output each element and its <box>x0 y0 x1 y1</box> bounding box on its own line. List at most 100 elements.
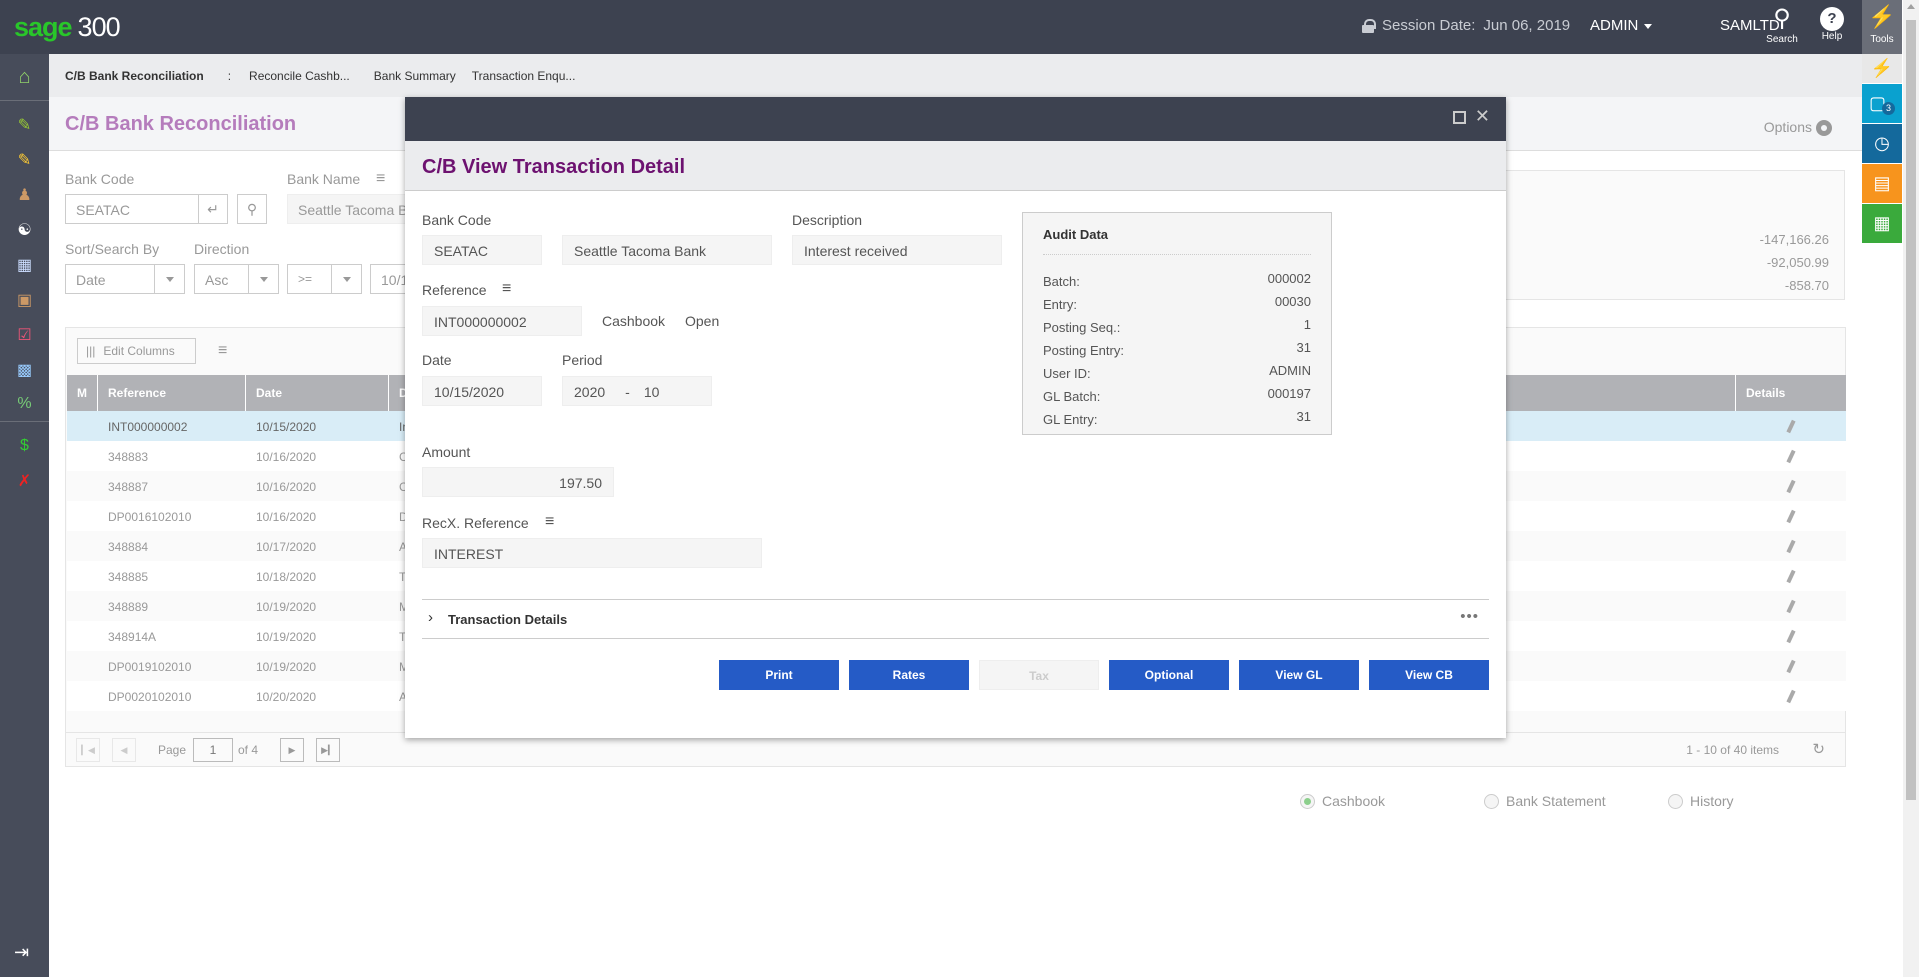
reports-button[interactable]: ▤ <box>1862 164 1902 204</box>
nav-item-5[interactable]: ▦ <box>0 247 49 282</box>
breadcrumb-root[interactable]: C/B Bank Reconciliation <box>65 69 204 83</box>
dialog-titlebar[interactable]: ✕ <box>405 97 1506 141</box>
details-button[interactable] <box>1736 411 1846 441</box>
details-button[interactable] <box>1736 591 1846 621</box>
details-button[interactable] <box>1736 651 1846 681</box>
cell-m[interactable] <box>67 561 98 591</box>
details-button[interactable] <box>1736 621 1846 651</box>
details-button[interactable] <box>1736 681 1846 711</box>
nav-item-10[interactable]: $ <box>0 428 49 463</box>
tools-button[interactable]: ⚡ Tools <box>1862 0 1902 54</box>
options-button[interactable]: Options <box>1764 119 1832 137</box>
cell-m[interactable] <box>67 441 98 471</box>
edit-columns-button[interactable]: ||| Edit Columns <box>77 338 196 364</box>
operator-select[interactable]: >= <box>287 264 362 294</box>
more-options-icon[interactable]: ••• <box>1460 608 1479 625</box>
radio-cashbook[interactable]: Cashbook <box>1300 793 1385 809</box>
chevron-down-icon <box>331 264 361 294</box>
help-button[interactable]: ? Help <box>1810 4 1854 42</box>
radio-bank-statement[interactable]: Bank Statement <box>1484 793 1606 809</box>
first-page-button[interactable]: ▎◀ <box>76 738 100 762</box>
bank-code-search-button[interactable]: ⚲ <box>237 194 267 224</box>
bank-name-menu-icon[interactable]: ≡ <box>376 170 385 188</box>
cell-m[interactable] <box>67 471 98 501</box>
lightning-icon: ⚡ <box>1870 58 1894 78</box>
cell-date: 10/16/2020 <box>256 450 317 464</box>
bank-code-input[interactable]: SEATAC <box>65 194 199 224</box>
grid-menu-icon[interactable]: ≡ <box>218 342 227 360</box>
pencil-icon <box>1786 419 1796 434</box>
inquiry-button[interactable]: ▦ <box>1862 204 1902 244</box>
cell-m[interactable] <box>67 531 98 561</box>
session-date[interactable]: Session Date: Jun 06, 2019 <box>1362 17 1570 34</box>
prev-page-button[interactable]: ◀ <box>112 738 136 762</box>
page-number-input[interactable]: 1 <box>193 738 233 762</box>
recx-menu-icon[interactable]: ≡ <box>545 513 554 531</box>
breadcrumb-item-transaction-enquiry[interactable]: Transaction Enqu... <box>472 69 576 83</box>
view-cb-button[interactable]: View CB <box>1369 660 1489 690</box>
col-header-reference[interactable]: Reference <box>98 375 246 411</box>
top-bar: sage 300 Session Date: Jun 06, 2019 ADMIN… <box>0 0 1862 54</box>
transaction-details-section[interactable]: › Transaction Details ••• <box>422 599 1489 639</box>
last-page-button[interactable]: ▶▎ <box>316 738 340 762</box>
edit-document-icon: ✎ <box>17 151 32 169</box>
col-header-m[interactable]: M <box>67 375 98 411</box>
nav-item-1[interactable]: ✎ <box>0 107 49 142</box>
nav-item-9[interactable]: % <box>0 387 49 422</box>
cell-m[interactable] <box>67 621 98 651</box>
chevron-right-icon[interactable]: › <box>428 609 433 626</box>
scrollbar-thumb[interactable] <box>1906 20 1916 800</box>
search-button[interactable]: ⚲ Search <box>1760 4 1804 45</box>
user-menu[interactable]: ADMIN <box>1590 17 1653 34</box>
audit-row: Batch: 000002 <box>1043 271 1311 289</box>
nav-item-2[interactable]: ✎ <box>0 142 49 177</box>
nav-home[interactable]: ⌂ <box>0 54 49 101</box>
nav-item-6[interactable]: ▣ <box>0 282 49 317</box>
scroll-up-icon[interactable] <box>1907 4 1915 9</box>
radio-unselected-icon <box>1484 793 1499 809</box>
details-button[interactable] <box>1736 531 1846 561</box>
radio-history[interactable]: History <box>1668 793 1734 809</box>
user-lock-icon: ♟ <box>17 186 32 204</box>
recent-windows-button[interactable]: ◷ <box>1862 124 1902 164</box>
cell-m[interactable] <box>67 501 98 531</box>
optional-button[interactable]: Optional <box>1109 660 1229 690</box>
refresh-icon[interactable]: ↻ <box>1812 740 1825 758</box>
breadcrumb-item-reconcile[interactable]: Reconcile Cashb... <box>249 69 350 83</box>
pin-toolbar-button[interactable]: ⚡ <box>1862 54 1902 84</box>
windows-button[interactable]: ▢ 3 <box>1862 84 1902 124</box>
details-button[interactable] <box>1736 561 1846 591</box>
col-header-date[interactable]: Date <box>246 375 389 411</box>
details-button[interactable] <box>1736 441 1846 471</box>
from-value-input[interactable]: 10/15/2020 <box>370 264 410 294</box>
cell-m[interactable] <box>67 591 98 621</box>
page-scrollbar[interactable] <box>1903 0 1919 977</box>
audit-value: ADMIN <box>1269 363 1311 378</box>
nav-item-8[interactable]: ▩ <box>0 352 49 387</box>
cell-m[interactable] <box>67 651 98 681</box>
col-header-details[interactable]: Details <box>1736 375 1846 411</box>
close-icon[interactable]: ✕ <box>1475 106 1490 127</box>
maximize-icon[interactable] <box>1453 111 1466 124</box>
nav-item-4[interactable]: ☯ <box>0 212 49 247</box>
nav-item-7[interactable]: ☑ <box>0 317 49 352</box>
bank-code-go-button[interactable]: ↵ <box>198 194 228 224</box>
rates-button[interactable]: Rates <box>849 660 969 690</box>
sort-by-select[interactable]: Date <box>65 264 185 294</box>
sage-logo[interactable]: sage 300 <box>14 12 121 43</box>
audit-label: Batch: <box>1043 274 1080 289</box>
next-page-button[interactable]: ▶ <box>280 738 304 762</box>
print-button[interactable]: Print <box>719 660 839 690</box>
direction-select[interactable]: Asc <box>194 264 279 294</box>
nav-item-3[interactable]: ♟ <box>0 177 49 212</box>
reference-menu-icon[interactable]: ≡ <box>502 280 511 298</box>
view-gl-button[interactable]: View GL <box>1239 660 1359 690</box>
details-button[interactable] <box>1736 471 1846 501</box>
breadcrumb-item-bank-summary[interactable]: Bank Summary <box>374 69 456 83</box>
collapse-nav-button[interactable]: ⇥ <box>14 942 29 963</box>
cell-m[interactable] <box>67 411 98 441</box>
cell-m[interactable] <box>67 681 98 711</box>
details-button[interactable] <box>1736 501 1846 531</box>
dlg-reference-label: Reference <box>422 282 487 298</box>
nav-item-11[interactable]: ✗ <box>0 463 49 498</box>
